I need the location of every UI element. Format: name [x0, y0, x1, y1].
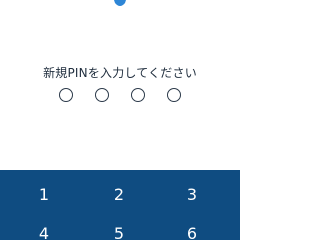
pin-dot-2 — [95, 88, 109, 102]
key-3[interactable]: 3 — [172, 181, 212, 209]
pin-indicator — [0, 88, 240, 102]
key-1[interactable]: 1 — [24, 181, 64, 209]
pin-dot-4 — [167, 88, 181, 102]
pin-dot-1 — [59, 88, 73, 102]
numeric-keypad: 1 2 3 4 5 6 — [0, 170, 240, 240]
key-6[interactable]: 6 — [172, 220, 212, 240]
pin-prompt: 新規PINを入力してください — [43, 66, 197, 80]
pin-dot-3 — [131, 88, 145, 102]
key-5[interactable]: 5 — [99, 220, 139, 240]
key-4[interactable]: 4 — [24, 220, 64, 240]
key-2[interactable]: 2 — [99, 181, 139, 209]
shield-logo-icon — [114, 0, 126, 6]
